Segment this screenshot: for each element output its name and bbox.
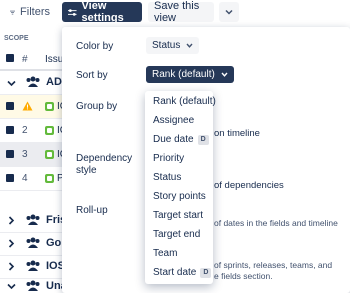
sort-by-select[interactable]: Rank (default): [146, 66, 234, 83]
toolbar: Filters View settings Save this view: [0, 0, 350, 26]
row-checkbox[interactable]: [6, 174, 14, 182]
view-settings-button[interactable]: View settings: [62, 0, 142, 24]
option-rank-default[interactable]: Rank (default): [153, 96, 216, 107]
row-checkbox[interactable]: [6, 102, 14, 110]
rollup-sprints-text-1: of sprints, releases, teams, and: [214, 260, 333, 270]
settings-sliders-icon: [68, 8, 77, 16]
show-on-timeline-text: on timeline: [214, 128, 260, 139]
option-label: Start date: [153, 267, 197, 278]
header-number: #: [22, 54, 28, 65]
option-label: Target start: [153, 210, 204, 221]
chevron-right-icon[interactable]: [8, 262, 15, 271]
option-assignee[interactable]: Assignee: [153, 115, 194, 126]
story-icon: [45, 174, 54, 183]
sort-by-value: Rank (default): [152, 69, 215, 80]
save-view-label: Save this view: [154, 0, 200, 24]
rollup-dates-text: of dates in the fields and timeline: [214, 218, 338, 228]
header-issue: Issu: [45, 54, 64, 65]
filters-button[interactable]: Filters: [4, 2, 56, 22]
style-label: style: [76, 165, 97, 176]
select-all-checkbox[interactable]: [6, 54, 14, 62]
show-dependencies-text: of dependencies: [214, 180, 284, 191]
option-label: Assignee: [153, 115, 195, 126]
option-label: Priority: [153, 153, 185, 164]
rollup-label: Roll-up: [76, 205, 108, 216]
group-icon: [26, 214, 40, 225]
option-label: Story points: [153, 191, 206, 202]
option-priority[interactable]: Priority: [153, 153, 184, 164]
filters-label: Filters: [20, 6, 50, 18]
group-icon: [26, 76, 40, 87]
sort-by-dropdown: Rank (default) Assignee Due date D Prior…: [145, 91, 216, 284]
story-icon: [45, 126, 54, 135]
option-label: Team: [153, 248, 178, 259]
option-due-date[interactable]: Due date D: [153, 134, 209, 145]
save-view-button[interactable]: Save this view: [148, 0, 214, 24]
group-icon: [26, 260, 40, 271]
chevron-right-icon[interactable]: [8, 239, 15, 248]
row-checkbox[interactable]: [6, 126, 14, 134]
option-target-start[interactable]: Target start: [153, 210, 203, 221]
scope-label: SCOPE: [4, 35, 29, 42]
row-number: 2: [22, 125, 28, 136]
sort-by-label: Sort by: [76, 70, 108, 81]
filter-icon: [10, 10, 16, 14]
group-icon: [26, 280, 40, 291]
row-checkbox[interactable]: [6, 150, 14, 158]
option-label: Due date: [153, 134, 194, 145]
date-badge: D: [197, 134, 209, 145]
chevron-down-icon: [225, 9, 233, 15]
option-start-date[interactable]: Start date D: [153, 267, 212, 278]
group-by-label: Group by: [76, 101, 118, 112]
option-status[interactable]: Status: [153, 172, 181, 183]
story-icon: [45, 150, 54, 159]
option-label: Rank (default): [153, 96, 216, 107]
color-by-label: Color by: [76, 41, 114, 52]
color-by-select[interactable]: Status: [146, 37, 200, 54]
rollup-sprints-text-2: e fields section.: [214, 271, 273, 281]
option-team[interactable]: Team: [153, 248, 177, 259]
option-label: Target end: [153, 229, 201, 240]
group-icon: [26, 237, 40, 248]
more-options-button[interactable]: [219, 2, 239, 22]
option-target-end[interactable]: Target end: [153, 229, 200, 240]
chevron-down-icon: [186, 43, 193, 48]
story-icon: [45, 102, 54, 111]
row-number: 4: [22, 173, 28, 184]
chevron-down-icon[interactable]: [7, 80, 16, 87]
chevron-down-icon: [221, 72, 228, 77]
option-label: Status: [153, 172, 182, 183]
chevron-right-icon[interactable]: [8, 216, 15, 225]
color-by-value: Status: [152, 40, 181, 51]
dependency-label: Dependency: [76, 153, 133, 164]
option-story-points[interactable]: Story points: [153, 191, 206, 202]
view-settings-label: View settings: [81, 0, 124, 24]
date-badge: D: [200, 267, 212, 278]
chevron-down-icon[interactable]: [7, 283, 16, 290]
warning-icon: [22, 101, 33, 111]
row-number: 3: [22, 149, 28, 160]
